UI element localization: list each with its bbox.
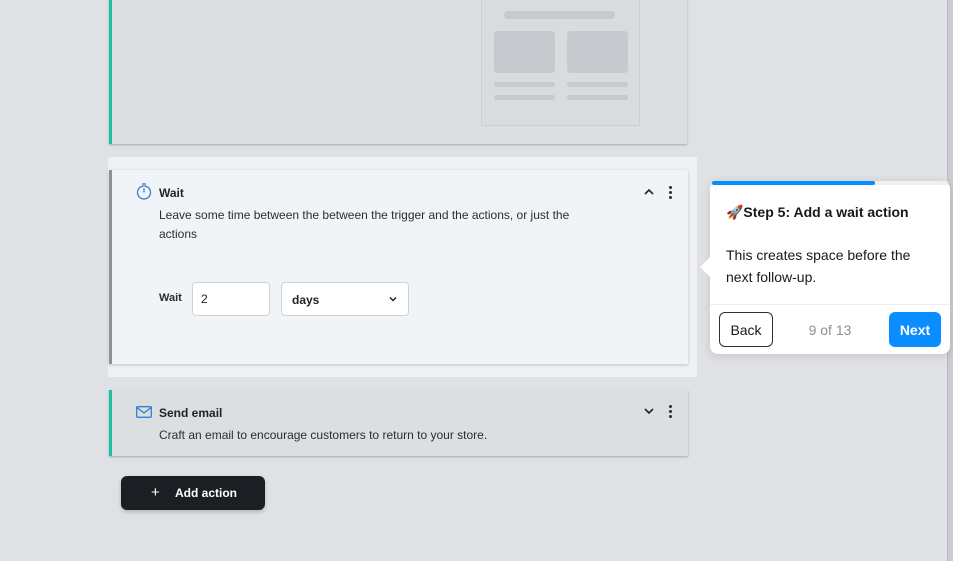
tour-progress-fill: [712, 181, 875, 185]
wait-amount-label: Wait: [159, 292, 182, 304]
divider: [710, 304, 950, 305]
wait-card-menu-icon[interactable]: [667, 186, 673, 200]
email-card-menu-icon[interactable]: [667, 405, 673, 419]
wait-unit-select[interactable]: days: [281, 282, 409, 316]
wait-action-card[interactable]: Wait Leave some time between the between…: [109, 170, 688, 364]
next-button[interactable]: Next: [889, 312, 941, 347]
send-email-action-card[interactable]: Send email Craft an email to encourage c…: [109, 390, 688, 456]
email-card-title: Send email: [159, 406, 223, 420]
mail-icon: [136, 406, 152, 418]
back-button[interactable]: Back: [719, 312, 773, 347]
tour-step-body: This creates space before the next follo…: [726, 247, 911, 285]
step-counter: 9 of 13: [808, 322, 852, 338]
email-card-description: Craft an email to encourage customers to…: [159, 428, 488, 442]
wait-card-description: Leave some time between the between the …: [159, 208, 570, 241]
chevron-down-icon[interactable]: [643, 405, 655, 417]
plus-icon: +: [151, 484, 160, 501]
previous-action-card: [109, 0, 687, 144]
add-action-button[interactable]: + Add action: [121, 476, 265, 510]
chevron-up-icon[interactable]: [643, 186, 655, 198]
tooltip-arrow: [700, 257, 720, 277]
wait-card-title: Wait: [159, 186, 184, 200]
chevron-down-icon: [389, 296, 397, 302]
tour-progress-bar: [712, 181, 948, 185]
add-action-label: Add action: [175, 486, 237, 500]
tour-step-title: 🚀Step 5: Add a wait action: [726, 204, 909, 220]
wait-unit-value: days: [292, 293, 320, 307]
wait-amount-input[interactable]: [192, 282, 270, 316]
tour-tooltip: 🚀Step 5: Add a wait action This creates …: [700, 181, 950, 354]
clock-icon: [136, 183, 152, 200]
email-preview-thumbnail: [481, 0, 640, 126]
